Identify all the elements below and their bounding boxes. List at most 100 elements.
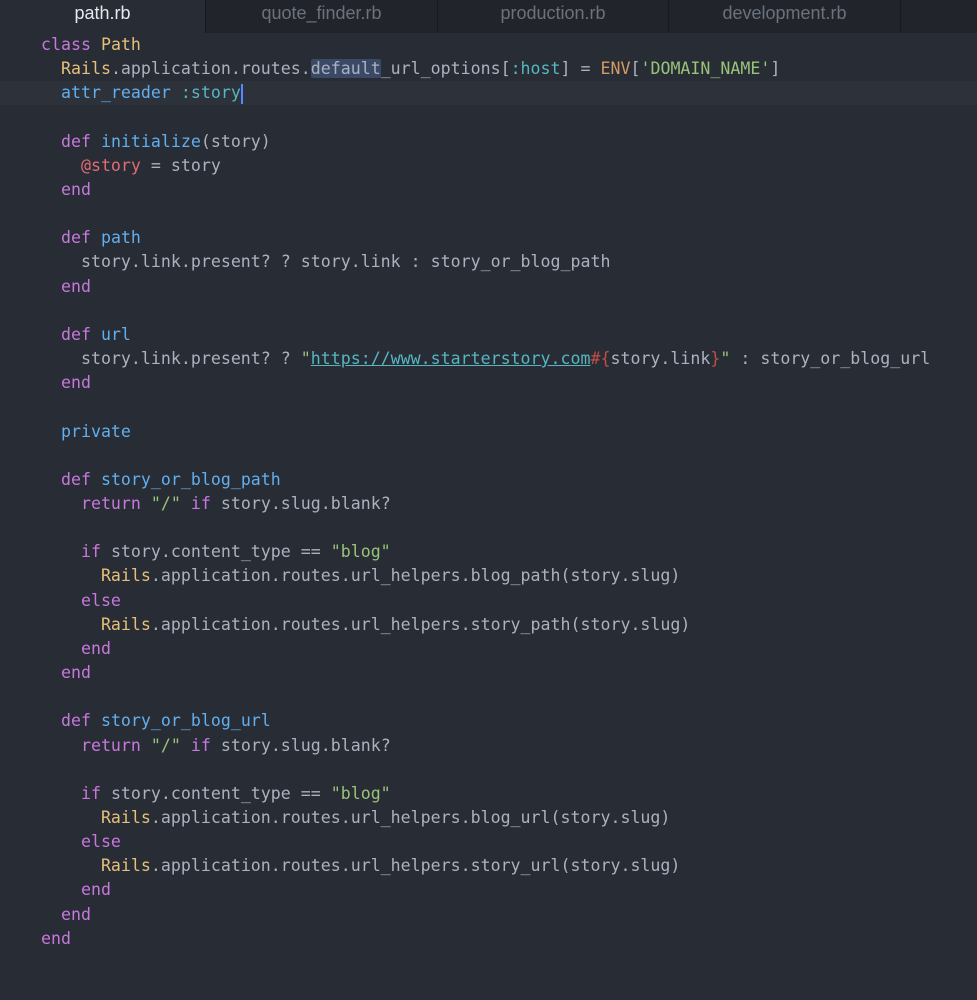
tab-label: production.rb [500,3,606,23]
code-token-kw: end [41,179,91,199]
code-line[interactable] [0,299,977,323]
code-line[interactable]: end [0,275,977,299]
tab-development-rb[interactable]: development.rb [668,0,900,33]
code-token-plain: ] = [560,59,601,79]
code-token-str: "/" [150,493,181,513]
code-token-plain: story.content_type == [100,783,331,803]
code-line[interactable] [0,758,977,782]
code-token-plain: story.slug.blank? [210,735,391,755]
code-token-fn: initialize [100,131,201,151]
code-token-plain: ] [770,59,781,79]
code-token-plain: (story) [200,131,271,151]
code-line[interactable]: Rails.application.routes.default_url_opt… [0,57,977,81]
code-token-fn: story_or_blog_path [100,469,281,489]
code-line[interactable]: Rails.application.routes.url_helpers.sto… [0,613,977,637]
code-line[interactable] [0,105,977,129]
code-token-kw: else [41,590,121,610]
code-token-interp: } [710,349,721,369]
code-token-fn: url [100,324,131,344]
code-token-sym: :story [180,83,241,103]
code-line[interactable]: end [0,927,977,951]
code-line[interactable] [0,395,977,419]
code-line[interactable]: def story_or_blog_url [0,709,977,733]
code-token-interp: #{ [590,349,611,369]
code-line[interactable]: return "/" if story.slug.blank? [0,734,977,758]
code-token-plain: story.content_type == [100,542,331,562]
code-token-kw: end [41,638,111,658]
code-line[interactable]: end [0,661,977,685]
code-token-cls: Rails [41,59,111,79]
code-token-kw: end [41,904,91,924]
code-token-fn: attr_reader [41,83,181,103]
code-line[interactable]: Rails.application.routes.url_helpers.sto… [0,854,977,878]
code-token-kw: end [41,373,91,393]
code-token-kw: def [41,711,101,731]
code-token-plain: .application.routes.url_helpers.story_pa… [150,614,691,634]
code-line[interactable]: end [0,178,977,202]
code-editor[interactable]: class Path Rails.application.routes.defa… [0,33,977,951]
code-token-kw: if [180,493,211,513]
code-token-cls: Rails [41,856,151,876]
code-line[interactable]: return "/" if story.slug.blank? [0,492,977,516]
code-token-cls: Path [100,35,141,54]
code-token-kw: end [41,880,111,900]
code-line[interactable]: def path [0,226,977,250]
code-line[interactable]: attr_reader :story [0,81,977,106]
tab-path-rb[interactable]: path.rb [0,0,205,33]
code-line[interactable] [0,202,977,226]
code-token-kw: def [41,324,101,344]
code-line[interactable]: def url [0,323,977,347]
code-line[interactable] [0,516,977,540]
code-token-plain: .application.routes.url_helpers.story_ur… [150,856,681,876]
code-token-kw: def [41,131,101,151]
code-line[interactable]: if story.content_type == "blog" [0,540,977,564]
code-token-var: @story [41,155,141,175]
code-token-kw: if [41,542,101,562]
code-token-plain: _url_options[ [380,59,511,79]
code-token-kw: if [180,735,211,755]
code-token-sym: :host [510,59,561,79]
code-token-plain: story.link.present? ? story.link : story… [41,252,611,272]
code-token-plain: [ [630,59,641,79]
code-token-cls: Rails [41,566,151,586]
code-line[interactable]: Rails.application.routes.url_helpers.blo… [0,806,977,830]
code-token-plain: story.slug.blank? [210,493,391,513]
tab-label: development.rb [722,3,847,23]
code-line[interactable]: private [0,420,977,444]
code-token-kw: if [41,783,101,803]
code-token-plain: story.link [610,349,711,369]
code-token-plain: = story [140,155,221,175]
code-line[interactable]: end [0,878,977,902]
code-token-kw: end [41,276,91,296]
code-token-plain: .application.routes.url_helpers.blog_pat… [150,566,681,586]
tab-quote-finder-rb[interactable]: quote_finder.rb [205,0,437,33]
code-token-str: "/" [150,735,181,755]
code-line[interactable]: else [0,830,977,854]
code-token-fn: path [100,228,141,248]
code-line[interactable] [0,444,977,468]
code-token-str: " [300,349,311,369]
code-line[interactable]: def initialize(story) [0,130,977,154]
tab-label: quote_finder.rb [261,3,382,23]
code-line[interactable]: class Path [0,33,977,57]
code-token-kw: class [41,35,101,54]
code-line[interactable]: end [0,903,977,927]
tab-bar-empty [900,0,977,33]
tab-production-rb[interactable]: production.rb [437,0,668,33]
code-token-plain: .application.routes.url_helpers.blog_url… [150,808,671,827]
code-line[interactable]: @story = story [0,154,977,178]
code-line[interactable]: story.link.present? ? story.link : story… [0,250,977,274]
code-line[interactable]: story.link.present? ? "https://www.start… [0,347,977,371]
code-line[interactable]: end [0,371,977,395]
code-token-kw: def [41,228,101,248]
code-line[interactable]: else [0,589,977,613]
selected-text: default [310,59,381,79]
code-line[interactable]: Rails.application.routes.url_helpers.blo… [0,564,977,588]
code-line[interactable]: def story_or_blog_path [0,468,977,492]
code-token-str: 'DOMAIN_NAME' [640,59,771,79]
code-token-plain: .application.routes. [110,59,311,79]
code-line[interactable]: end [0,637,977,661]
code-line[interactable]: if story.content_type == "blog" [0,782,977,806]
code-line[interactable] [0,685,977,709]
code-token-str: " [720,349,731,369]
